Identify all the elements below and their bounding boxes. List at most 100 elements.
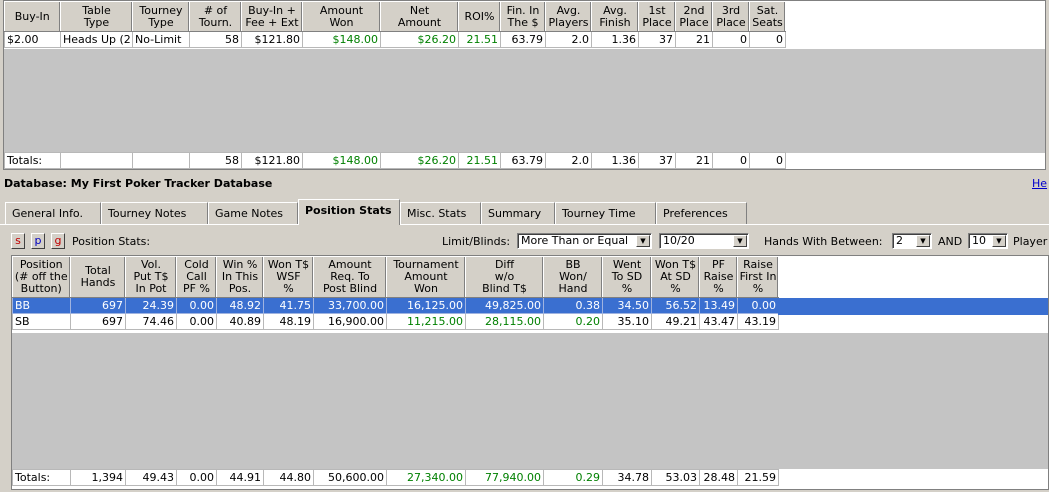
totals-cell: 28.48 (699, 469, 738, 486)
table-cell: SB (12, 313, 71, 330)
table-row[interactable]: $2.00 Heads Up (2 No-Limit 58 $121.80 $148.00… (4, 31, 786, 48)
column-header[interactable]: Went To SD % (602, 256, 652, 298)
tab-summary[interactable]: Summary (481, 202, 555, 224)
table-cell: 16,900.00 (313, 313, 387, 330)
totals-row: Totals: 58 $121.80 $148.00 $26.20 21.51 63.79 2… (4, 152, 786, 169)
limit-mode-select[interactable]: More Than or Equal ▼ (517, 233, 652, 249)
column-header[interactable]: Won T$ At SD % (651, 256, 700, 298)
totals-cell (132, 152, 190, 169)
column-header[interactable]: Avg. Finish (591, 1, 639, 32)
table-cell: 43.19 (737, 313, 779, 330)
section-label: Position Stats: (72, 235, 151, 248)
limit-label: Limit/Blinds: (442, 235, 511, 248)
column-header[interactable]: 3rd Place (712, 1, 750, 32)
totals-cell: 37 (638, 152, 676, 169)
table-cell: BB (12, 297, 71, 314)
chevron-down-icon: ▼ (733, 235, 747, 247)
tab-tourney-notes[interactable]: Tourney Notes (101, 202, 208, 224)
help-link[interactable]: He (1032, 177, 1047, 190)
totals-cell: Totals: (4, 152, 61, 169)
column-header[interactable]: 1st Place (638, 1, 676, 32)
tab-preferences[interactable]: Preferences (656, 202, 747, 224)
button-g[interactable]: g (51, 233, 65, 249)
table-cell: 40.89 (216, 313, 264, 330)
table-row[interactable]: SB 697 74.46 0.00 40.89 48.19 16,900.00 11,215.… (12, 313, 779, 330)
totals-cell: 1,394 (70, 469, 126, 486)
totals-cell: 63.79 (500, 152, 546, 169)
tab-content-border (0, 224, 1049, 225)
column-header[interactable]: Amount Req. To Post Blind (313, 256, 387, 298)
column-header[interactable]: BB Won/ Hand (543, 256, 603, 298)
table-cell: 11,215.00 (386, 313, 466, 330)
hands-max-select[interactable]: 10 ▼ (968, 233, 1008, 249)
column-header[interactable]: Buy-In + Fee + Ext (241, 1, 303, 32)
table-cell: $2.00 (4, 31, 61, 48)
table-cell: 33,700.00 (313, 297, 387, 314)
table-cell: No-Limit (132, 31, 190, 48)
chevron-down-icon: ▼ (992, 235, 1006, 247)
column-header[interactable]: Win % In This Pos. (216, 256, 264, 298)
totals-cell: 50,600.00 (313, 469, 387, 486)
tab-misc-stats[interactable]: Misc. Stats (400, 202, 481, 224)
column-header[interactable]: PF Raise % (699, 256, 738, 298)
totals-cell: 49.43 (125, 469, 177, 486)
column-header[interactable]: Total Hands (70, 256, 126, 298)
column-header[interactable]: Diff w/o Blind T$ (465, 256, 544, 298)
table-cell: 697 (70, 297, 126, 314)
table-cell: 16,125.00 (386, 297, 466, 314)
totals-cell: 0 (712, 152, 750, 169)
table-cell: 35.10 (602, 313, 652, 330)
and-label: AND (938, 235, 963, 248)
tab-tourney-time[interactable]: Tourney Time (555, 202, 656, 224)
column-header[interactable]: Sat. Seats (749, 1, 786, 32)
totals-cell: 0.29 (543, 469, 603, 486)
totals-cell: 77,940.00 (465, 469, 544, 486)
column-header[interactable]: Raise First In % (737, 256, 779, 298)
table-cell: 21 (675, 31, 713, 48)
table-cell: 21.51 (458, 31, 501, 48)
column-header[interactable]: Table Type (60, 1, 133, 32)
limit-value-select[interactable]: 10/20 ▼ (659, 233, 749, 249)
column-header[interactable]: Vol. Put T$ In Pot (125, 256, 177, 298)
table-cell: 43.47 (699, 313, 738, 330)
table-cell: 63.79 (500, 31, 546, 48)
table-cell: 0 (712, 31, 750, 48)
column-header[interactable]: Won T$ WSF % (263, 256, 314, 298)
table-cell: 34.50 (602, 297, 652, 314)
column-header[interactable]: Fin. In The $ (500, 1, 546, 32)
table-cell: $148.00 (302, 31, 381, 48)
chevron-down-icon: ▼ (916, 235, 930, 247)
column-header[interactable]: 2nd Place (675, 1, 713, 32)
top-blank-area (4, 49, 1045, 153)
tourney-totals-table: Totals: 58 $121.80 $148.00 $26.20 21.51 63.79 2… (4, 152, 786, 169)
players-label: Player (1013, 235, 1048, 248)
table-cell: 0.20 (543, 313, 603, 330)
totals-cell: $121.80 (241, 152, 303, 169)
table-cell: 0 (749, 31, 786, 48)
column-header[interactable]: Tournament Amount Won (386, 256, 466, 298)
column-header[interactable]: Net Amount (380, 1, 459, 32)
totals-cell: 27,340.00 (386, 469, 466, 486)
table-cell: 0.00 (737, 297, 779, 314)
hands-min-select[interactable]: 2 ▼ (892, 233, 932, 249)
column-header[interactable]: Avg. Players (545, 1, 592, 32)
tab-general-info[interactable]: General Info. (5, 202, 101, 224)
totals-cell: 34.78 (602, 469, 652, 486)
tab-game-notes[interactable]: Game Notes (208, 202, 298, 224)
totals-cell: 1.36 (591, 152, 639, 169)
totals-cell: $148.00 (302, 152, 381, 169)
column-header[interactable]: Position (# off the Button) (12, 256, 71, 298)
column-header[interactable]: Amount Won (302, 1, 381, 32)
column-header[interactable]: Tourney Type (132, 1, 190, 32)
tab-position-stats[interactable]: Position Stats (298, 199, 400, 225)
column-header[interactable]: ROI% (458, 1, 501, 32)
button-p[interactable]: p (31, 233, 45, 249)
column-header[interactable]: Buy-In (4, 1, 61, 32)
table-cell: 1.36 (591, 31, 639, 48)
column-header[interactable]: Cold Call PF % (176, 256, 217, 298)
column-header[interactable]: # of Tourn. (189, 1, 242, 32)
table-row[interactable]: BB 697 24.39 0.00 48.92 41.75 33,700.00 16,125.… (12, 297, 779, 314)
table-cell: 41.75 (263, 297, 314, 314)
table-cell: 48.19 (263, 313, 314, 330)
button-s[interactable]: s (11, 233, 25, 249)
